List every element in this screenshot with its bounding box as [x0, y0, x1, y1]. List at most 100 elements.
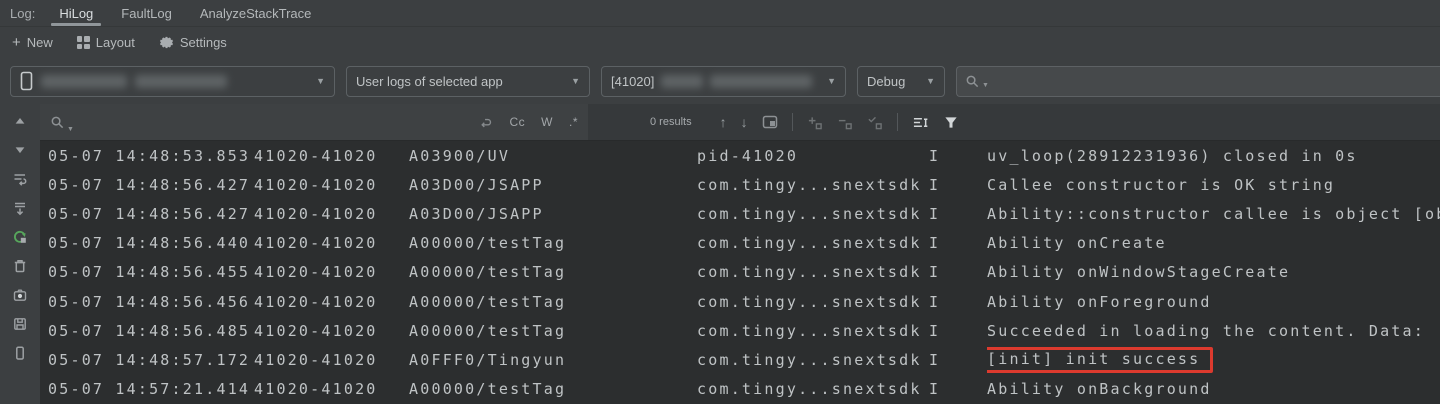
new-button-label: New: [27, 35, 53, 50]
log-package: pid-41020: [697, 147, 929, 165]
chevron-down-icon: ▼: [563, 76, 580, 86]
log-row[interactable]: 05-07 14:48:56.440 41020-41020 A00000/te…: [40, 229, 1440, 258]
add-occurrence-icon[interactable]: [807, 115, 823, 130]
log-level: I: [929, 351, 987, 369]
log-package: com.tingy...snextsdk: [697, 234, 929, 252]
log-message: Ability::constructor callee is object [o…: [987, 205, 1440, 223]
tab-faultlog-label: FaultLog: [121, 6, 172, 21]
log-toolbar-gutter: [0, 104, 40, 404]
tab-analyzestacktrace[interactable]: AnalyzeStackTrace: [186, 0, 326, 26]
process-name-redacted: [710, 75, 812, 88]
log-tag: A00000/testTag: [409, 380, 697, 398]
search-options-caret-icon: ▼: [67, 126, 74, 133]
log-tag: A00000/testTag: [409, 322, 697, 340]
log-label: Log:: [10, 0, 35, 26]
log-type-selector[interactable]: User logs of selected app ▼: [346, 66, 590, 97]
tab-hilog[interactable]: HiLog: [45, 0, 107, 26]
log-package: com.tingy...snextsdk: [697, 263, 929, 281]
log-message: Succeeded in loading the content. Data:: [987, 322, 1440, 340]
log-message: Ability onCreate: [987, 234, 1440, 252]
log-row[interactable]: 05-07 14:48:56.456 41020-41020 A00000/te…: [40, 287, 1440, 316]
log-level: I: [929, 176, 987, 194]
log-pid-tid: 41020-41020: [254, 351, 409, 369]
layout-button[interactable]: Layout: [77, 35, 135, 50]
scroll-down-icon[interactable]: [11, 141, 29, 159]
phone-icon: [20, 71, 33, 91]
actions-bar: + New Layout Settings: [0, 27, 1440, 58]
log-row[interactable]: 05-07 14:48:56.427 41020-41020 A03D00/JS…: [40, 199, 1440, 228]
log-level: I: [929, 322, 987, 340]
regex-toggle[interactable]: .*: [569, 115, 578, 129]
log-level-selector[interactable]: Debug ▼: [857, 66, 945, 97]
log-package: com.tingy...snextsdk: [697, 205, 929, 223]
filter-lines-icon[interactable]: [912, 115, 929, 130]
export-log-icon[interactable]: [11, 315, 29, 333]
log-pid-tid: 41020-41020: [254, 205, 409, 223]
find-search-input[interactable]: ▼ Cc W .*: [40, 104, 588, 140]
clear-log-icon[interactable]: [11, 257, 29, 275]
filter-funnel-icon[interactable]: [943, 115, 959, 130]
log-row[interactable]: 05-07 14:48:57.172 41020-41020 A0FFF0/Ti…: [40, 345, 1440, 374]
log-tag: A00000/testTag: [409, 234, 697, 252]
log-row[interactable]: 05-07 14:57:21.414 41020-41020 A00000/te…: [40, 375, 1440, 404]
search-options-caret-icon: ▼: [982, 82, 989, 89]
scroll-to-end-icon[interactable]: [11, 199, 29, 217]
log-tabs-bar: Log: HiLog FaultLog AnalyzeStackTrace: [0, 0, 1440, 27]
whole-words-toggle[interactable]: W: [541, 115, 553, 129]
search-history-icon[interactable]: [478, 115, 493, 130]
log-package: com.tingy...snextsdk: [697, 351, 929, 369]
log-row[interactable]: 05-07 14:48:56.455 41020-41020 A00000/te…: [40, 258, 1440, 287]
process-name-redacted: [661, 75, 703, 88]
next-occurrence-icon[interactable]: ↓: [741, 114, 748, 130]
previous-occurrence-icon[interactable]: ↑: [720, 114, 727, 130]
tab-faultlog[interactable]: FaultLog: [107, 0, 186, 26]
search-icon: [50, 115, 65, 130]
log-pid-tid: 41020-41020: [254, 176, 409, 194]
log-message: Ability onBackground: [987, 380, 1440, 398]
log-level: I: [929, 293, 987, 311]
restart-logging-icon[interactable]: [11, 228, 29, 246]
select-all-occurrences-icon[interactable]: [867, 115, 883, 130]
log-tag: A00000/testTag: [409, 293, 697, 311]
settings-button[interactable]: Settings: [159, 35, 227, 50]
log-time: 05-07 14:48:56.440: [40, 234, 254, 252]
layout-button-label: Layout: [96, 35, 135, 50]
log-message: uv_loop(28912231936) closed in 0s: [987, 147, 1440, 165]
find-in-selection-icon[interactable]: [762, 115, 778, 129]
new-button[interactable]: + New: [12, 35, 53, 50]
soft-wrap-icon[interactable]: [11, 170, 29, 188]
log-message: Callee constructor is OK string: [987, 176, 1440, 194]
log-message: Ability onWindowStageCreate: [987, 263, 1440, 281]
tab-analyzestacktrace-label: AnalyzeStackTrace: [200, 6, 312, 21]
log-filter-search-input[interactable]: ▼: [956, 66, 1440, 97]
log-tag: A0FFF0/Tingyun: [409, 351, 697, 369]
scroll-up-icon[interactable]: [11, 112, 29, 130]
log-time: 05-07 14:48:56.455: [40, 263, 254, 281]
process-selector[interactable]: [41020] ▼: [601, 66, 846, 97]
log-package: com.tingy...snextsdk: [697, 293, 929, 311]
log-tag: A00000/testTag: [409, 263, 697, 281]
log-level: I: [929, 380, 987, 398]
chevron-down-icon: ▼: [918, 76, 935, 86]
search-results-count: 0 results: [650, 116, 692, 128]
remove-occurrence-icon[interactable]: [837, 115, 853, 130]
log-message: [init] init success: [987, 347, 1440, 373]
match-case-toggle[interactable]: Cc: [509, 115, 525, 129]
log-tag: A03D00/JSAPP: [409, 176, 697, 194]
device-selector[interactable]: ▼: [10, 66, 335, 97]
screenshot-icon[interactable]: [11, 286, 29, 304]
log-pid-tid: 41020-41020: [254, 322, 409, 340]
device-screen-icon[interactable]: [11, 344, 29, 362]
log-row[interactable]: 05-07 14:48:53.853 41020-41020 A03900/UV…: [40, 141, 1440, 170]
log-time: 05-07 14:48:56.427: [40, 205, 254, 223]
log-row[interactable]: 05-07 14:48:56.427 41020-41020 A03D00/JS…: [40, 170, 1440, 199]
log-pid-tid: 41020-41020: [254, 234, 409, 252]
chevron-down-icon: ▼: [308, 76, 325, 86]
log-pid-tid: 41020-41020: [254, 380, 409, 398]
log-row[interactable]: 05-07 14:48:56.485 41020-41020 A00000/te…: [40, 316, 1440, 345]
search-icon: [965, 74, 980, 89]
gear-icon: [159, 35, 174, 50]
log-level: I: [929, 234, 987, 252]
settings-button-label: Settings: [180, 35, 227, 50]
log-message: Ability onForeground: [987, 293, 1440, 311]
